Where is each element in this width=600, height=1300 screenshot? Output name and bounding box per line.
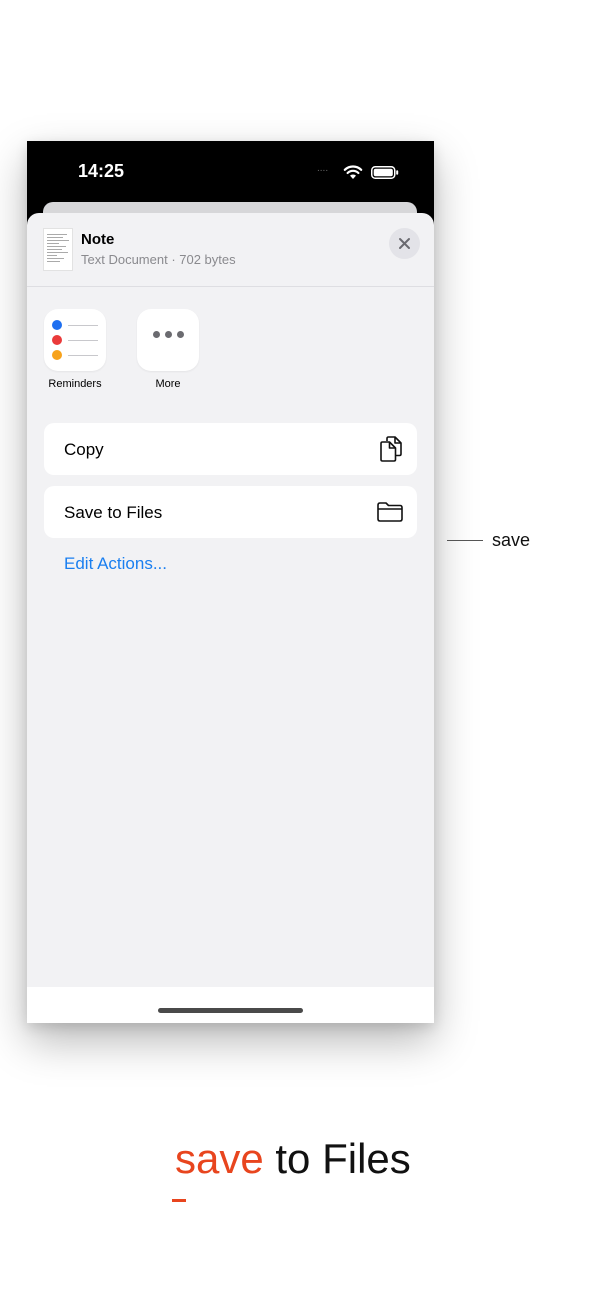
copy-action-label: Copy (64, 440, 104, 459)
close-button[interactable] (389, 228, 420, 259)
more-label: More (155, 378, 181, 390)
home-indicator-area (27, 987, 434, 1023)
callout-label: save (492, 530, 531, 550)
caption-rest: to Files (263, 1135, 411, 1182)
apps-row: Reminders More (27, 309, 434, 399)
share-sheet: Note Text Document · 702 bytes Reminders… (27, 213, 434, 1023)
caption-underline (172, 1199, 186, 1202)
save-to-files-label: Save to Files (64, 503, 163, 522)
wifi-icon (343, 165, 363, 185)
edit-actions-link[interactable]: Edit Actions... (64, 554, 167, 574)
battery-icon (371, 166, 399, 184)
callout-line (447, 540, 483, 541)
folder-icon (377, 502, 403, 527)
phone-screen: 14:25 .... Note Text Document · 702 byte… (27, 141, 434, 1023)
caption-accent-word: save (175, 1135, 264, 1182)
more-icon (137, 331, 199, 338)
caption: save to Files (175, 1138, 411, 1180)
copy-icon (379, 436, 403, 467)
reminders-app-button[interactable] (44, 309, 106, 371)
document-title: Note (81, 231, 115, 248)
status-time: 14:25 (78, 161, 125, 181)
close-icon (399, 238, 410, 249)
save-to-files-button[interactable]: Save to Files (44, 486, 417, 538)
text-document-thumbnail (43, 228, 73, 271)
home-indicator[interactable] (158, 1008, 303, 1013)
share-sheet-header: Note Text Document · 702 bytes (27, 213, 434, 287)
signal-indicator: .... (317, 163, 329, 174)
reminders-label: Reminders (48, 378, 102, 390)
status-bar: 14:25 .... (27, 141, 434, 203)
document-subtitle: Text Document · 702 bytes (81, 252, 236, 267)
more-button[interactable] (137, 309, 199, 371)
copy-action-button[interactable]: Copy (44, 423, 417, 475)
